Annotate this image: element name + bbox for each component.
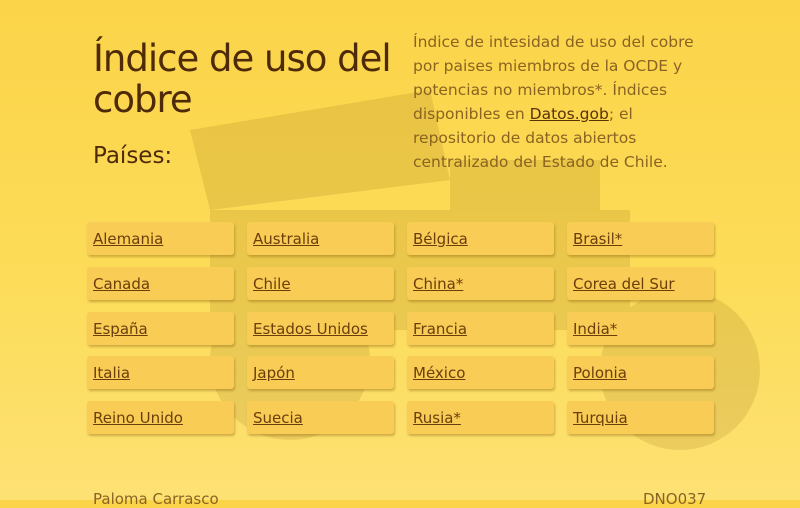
country-card: Bélgica bbox=[407, 222, 554, 255]
country-card: Chile bbox=[247, 267, 394, 300]
country-link-suecia[interactable]: Suecia bbox=[253, 409, 303, 427]
country-card: India* bbox=[567, 312, 714, 345]
country-link-reino-unido[interactable]: Reino Unido bbox=[93, 409, 183, 427]
country-card: Alemania bbox=[87, 222, 234, 255]
page-title: Índice de uso del cobre bbox=[93, 37, 392, 121]
country-card: Japón bbox=[247, 356, 394, 389]
country-card: China* bbox=[407, 267, 554, 300]
country-card: Francia bbox=[407, 312, 554, 345]
country-link-australia[interactable]: Australia bbox=[253, 230, 319, 248]
country-link-china[interactable]: China* bbox=[413, 275, 463, 293]
country-card: Turquia bbox=[567, 401, 714, 434]
country-link-corea-del-sur[interactable]: Corea del Sur bbox=[573, 275, 675, 293]
country-link-mexico[interactable]: México bbox=[413, 364, 465, 382]
country-card: Brasil* bbox=[567, 222, 714, 255]
country-card: Reino Unido bbox=[87, 401, 234, 434]
country-link-estados-unidos[interactable]: Estados Unidos bbox=[253, 320, 368, 338]
country-link-india[interactable]: India* bbox=[573, 320, 617, 338]
country-link-chile[interactable]: Chile bbox=[253, 275, 291, 293]
country-link-canada[interactable]: Canada bbox=[93, 275, 150, 293]
country-link-brasil[interactable]: Brasil* bbox=[573, 230, 622, 248]
country-card: Suecia bbox=[247, 401, 394, 434]
country-link-japon[interactable]: Japón bbox=[253, 364, 295, 382]
country-link-alemania[interactable]: Alemania bbox=[93, 230, 163, 248]
datos-gob-link[interactable]: Datos.gob bbox=[530, 105, 609, 123]
country-link-turquia[interactable]: Turquia bbox=[573, 409, 628, 427]
country-card: Estados Unidos bbox=[247, 312, 394, 345]
description: Índice de intesidad de uso del cobre por… bbox=[413, 30, 713, 174]
country-card: Corea del Sur bbox=[567, 267, 714, 300]
country-card: Rusia* bbox=[407, 401, 554, 434]
country-card: México bbox=[407, 356, 554, 389]
country-link-francia[interactable]: Francia bbox=[413, 320, 467, 338]
country-card: Canada bbox=[87, 267, 234, 300]
document-code: DNO037 bbox=[643, 490, 707, 508]
country-link-italia[interactable]: Italia bbox=[93, 364, 130, 382]
country-card: España bbox=[87, 312, 234, 345]
author-name: Paloma Carrasco bbox=[93, 490, 219, 508]
countries-heading: Países: bbox=[93, 143, 173, 169]
country-link-polonia[interactable]: Polonia bbox=[573, 364, 627, 382]
country-card: Polonia bbox=[567, 356, 714, 389]
country-card: Italia bbox=[87, 356, 234, 389]
country-link-belgica[interactable]: Bélgica bbox=[413, 230, 468, 248]
country-card: Australia bbox=[247, 222, 394, 255]
country-link-espana[interactable]: España bbox=[93, 320, 148, 338]
country-link-rusia[interactable]: Rusia* bbox=[413, 409, 461, 427]
